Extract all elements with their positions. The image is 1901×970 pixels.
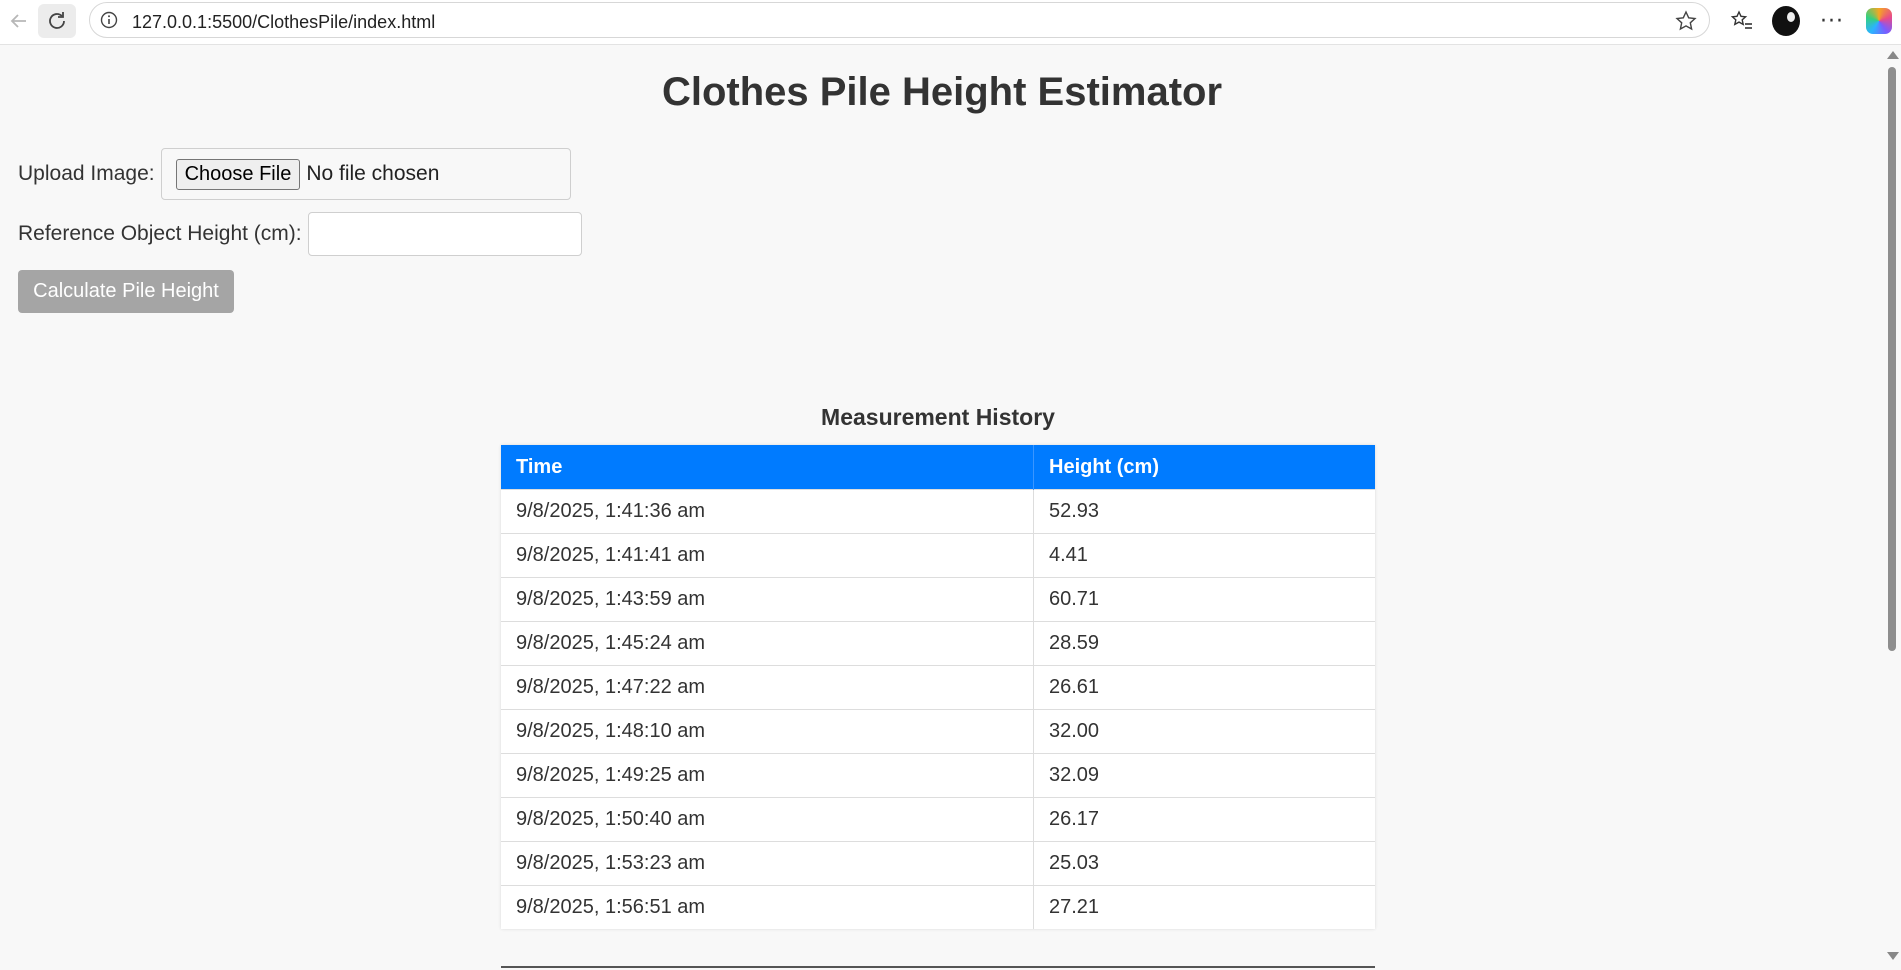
scroll-down-arrow-icon[interactable]	[1887, 952, 1899, 960]
time-cell: 9/8/2025, 1:45:24 am	[501, 621, 1034, 666]
scroll-up-arrow-icon[interactable]	[1887, 51, 1899, 59]
reload-icon	[49, 12, 65, 29]
table-row: 9/8/2025, 1:45:24 am 28.59	[501, 621, 1375, 666]
time-cell: 9/8/2025, 1:50:40 am	[501, 797, 1034, 842]
time-cell: 9/8/2025, 1:49:25 am	[501, 753, 1034, 798]
favorite-star-icon[interactable]	[1675, 10, 1697, 32]
table-header-row: Time Height (cm)	[501, 445, 1375, 490]
table-row: 9/8/2025, 1:53:23 am 25.03	[501, 841, 1375, 886]
copilot-button[interactable]	[1865, 7, 1893, 35]
height-cell: 32.09	[1033, 753, 1375, 798]
time-cell: 9/8/2025, 1:56:51 am	[501, 885, 1034, 929]
scrollbar-thumb[interactable]	[1888, 67, 1896, 651]
file-input[interactable]: Choose File No file chosen	[160, 148, 571, 200]
height-cell: 32.00	[1033, 709, 1375, 754]
height-cell: 4.41	[1033, 533, 1375, 578]
url-text[interactable]: 127.0.0.1:5500/ClothesPile/index.html	[132, 12, 435, 33]
column-header-time: Time	[501, 445, 1034, 490]
table-row: 9/8/2025, 1:47:22 am 26.61	[501, 665, 1375, 710]
upload-label: Upload Image:	[18, 162, 155, 185]
column-header-height: Height (cm)	[1033, 445, 1375, 490]
profile-button[interactable]	[1772, 6, 1800, 36]
reference-height-label: Reference Object Height (cm):	[18, 222, 302, 245]
table-row: 9/8/2025, 1:48:10 am 32.00	[501, 709, 1375, 754]
chart-canvas-top-edge	[501, 966, 1375, 968]
table-row: 9/8/2025, 1:43:59 am 60.71	[501, 577, 1375, 622]
copilot-icon	[1866, 8, 1892, 34]
more-dots-icon: ···	[1820, 8, 1844, 34]
back-arrow-icon	[10, 14, 26, 28]
favorites-button[interactable]	[1728, 7, 1756, 35]
history-table: Time Height (cm) 9/8/2025, 1:41:36 am 52.…	[501, 445, 1375, 929]
time-cell: 9/8/2025, 1:53:23 am	[501, 841, 1034, 886]
history-title: Measurement History	[821, 404, 1055, 430]
height-cell: 60.71	[1033, 577, 1375, 622]
height-cell: 26.17	[1033, 797, 1375, 842]
site-info-icon[interactable]	[100, 11, 118, 29]
height-cell: 27.21	[1033, 885, 1375, 929]
more-menu-button[interactable]: ···	[1818, 7, 1846, 35]
table-row: 9/8/2025, 1:41:41 am 4.41	[501, 533, 1375, 578]
reference-row: Reference Object Height (cm):	[18, 212, 582, 256]
height-cell: 28.59	[1033, 621, 1375, 666]
height-cell: 26.61	[1033, 665, 1375, 710]
page-title: Clothes Pile Height Estimator	[661, 70, 1223, 114]
time-cell: 9/8/2025, 1:48:10 am	[501, 709, 1034, 754]
table-row: 9/8/2025, 1:50:40 am 26.17	[501, 797, 1375, 842]
time-cell: 9/8/2025, 1:41:41 am	[501, 533, 1034, 578]
avatar	[1772, 6, 1800, 36]
table-row: 9/8/2025, 1:49:25 am 32.09	[501, 753, 1375, 798]
table-row: 9/8/2025, 1:41:36 am 52.93	[501, 489, 1375, 534]
vertical-scrollbar[interactable]	[1884, 45, 1901, 970]
reference-height-input[interactable]	[307, 212, 582, 256]
calculate-pile-height-button[interactable]: Calculate Pile Height	[18, 270, 234, 313]
favorites-list-icon	[1730, 10, 1752, 29]
file-status-text: No file chosen	[306, 162, 440, 185]
height-cell: 52.93	[1033, 489, 1375, 534]
time-cell: 9/8/2025, 1:41:36 am	[501, 489, 1034, 534]
time-cell: 9/8/2025, 1:43:59 am	[501, 577, 1034, 622]
choose-file-button[interactable]: Choose File	[175, 158, 301, 190]
reload-button[interactable]	[38, 4, 76, 38]
address-bar[interactable]: 127.0.0.1:5500/ClothesPile/index.html	[89, 2, 1710, 38]
browser-toolbar: 127.0.0.1:5500/ClothesPile/index.html ··…	[0, 0, 1901, 45]
time-cell: 9/8/2025, 1:47:22 am	[501, 665, 1034, 710]
back-button[interactable]	[0, 4, 38, 38]
height-cell: 25.03	[1033, 841, 1375, 886]
upload-row: Upload Image: Choose File No file chosen	[18, 148, 571, 200]
table-row: 9/8/2025, 1:56:51 am 27.21	[501, 885, 1375, 929]
